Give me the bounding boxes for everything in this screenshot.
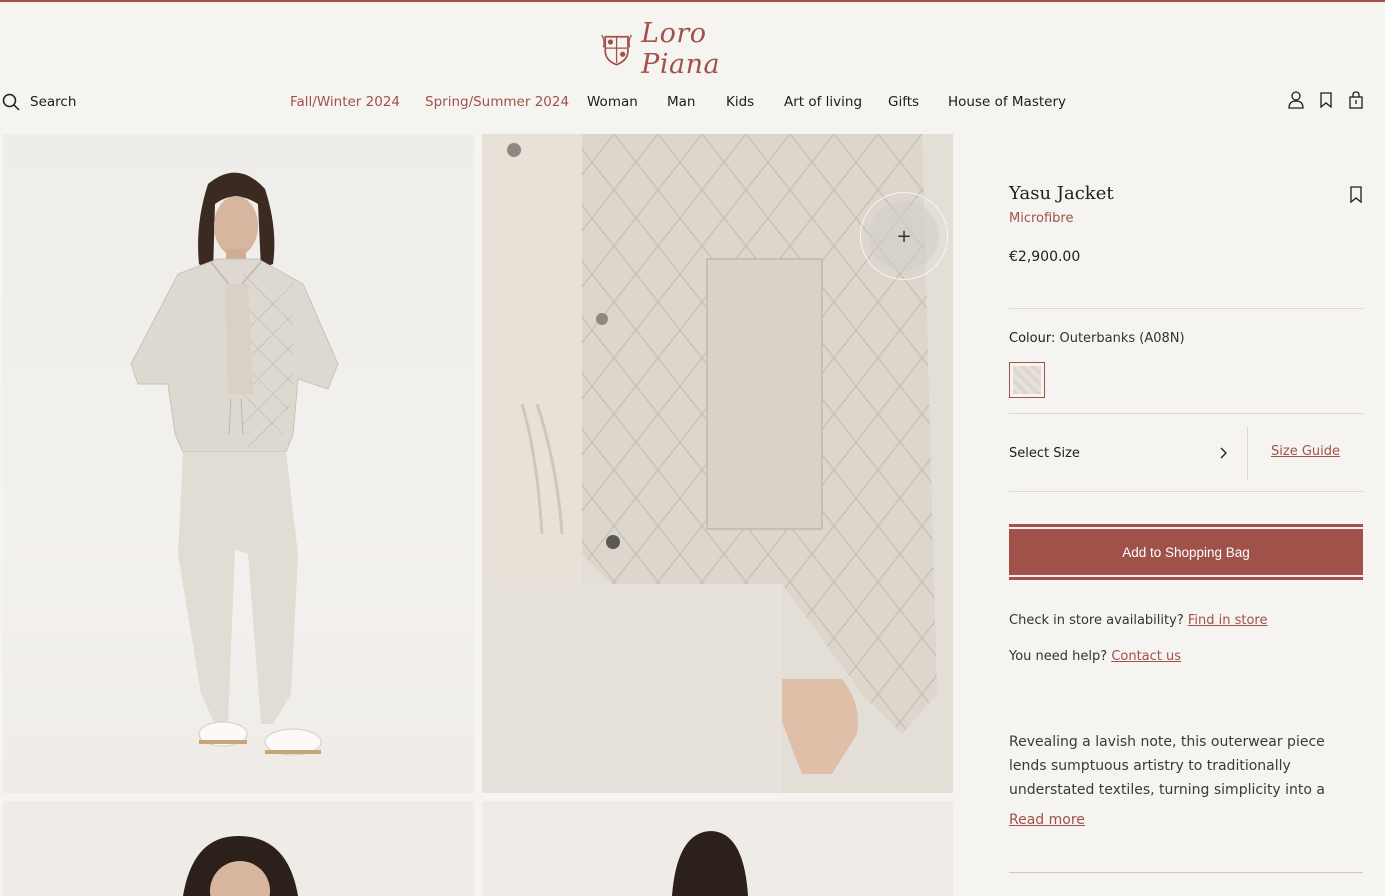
shopping-bag-icon[interactable]: [1347, 90, 1365, 110]
nav-kids[interactable]: Kids: [726, 94, 754, 110]
nav-spring-summer-2024[interactable]: Spring/Summer 2024: [425, 94, 569, 110]
size-divider: [1247, 426, 1248, 480]
product-image-portrait[interactable]: [3, 801, 474, 896]
colour-label: Colour:: [1009, 331, 1056, 346]
wishlist-icon[interactable]: [1317, 90, 1335, 110]
zoom-button[interactable]: +: [860, 192, 948, 280]
colour-value: Outerbanks (A08N): [1059, 331, 1185, 346]
nav-gifts[interactable]: Gifts: [888, 94, 919, 110]
contact-us-link[interactable]: Contact us: [1111, 649, 1181, 664]
divider: [1009, 308, 1363, 309]
nav-fall-winter-2024[interactable]: Fall/Winter 2024: [290, 94, 400, 110]
store-availability: Check in store availability? Find in sto…: [1009, 613, 1268, 628]
nav-man[interactable]: Man: [667, 94, 695, 110]
product-price: €2,900.00: [1009, 249, 1081, 265]
top-accent-line: [0, 0, 1385, 2]
wishlist-icon[interactable]: [1349, 186, 1363, 204]
product-title: Yasu Jacket: [1009, 183, 1114, 204]
section-divider: [1009, 872, 1363, 873]
header-icons: [1287, 90, 1365, 110]
nav-art-of-living[interactable]: Art of living: [784, 94, 862, 110]
nav-house-of-mastery[interactable]: House of Mastery: [948, 94, 1066, 110]
add-to-bag-button[interactable]: Add to Shopping Bag: [1009, 524, 1363, 580]
size-select[interactable]: Select Size: [1009, 425, 1234, 481]
product-image-back[interactable]: [482, 801, 953, 896]
nav-woman[interactable]: Woman: [587, 94, 638, 110]
product-material: Microfibre: [1009, 211, 1074, 226]
search-button[interactable]: Search: [2, 93, 76, 111]
search-label: Search: [30, 94, 77, 110]
help-question: You need help?: [1009, 649, 1108, 664]
brand-wordmark: Loro Piana: [641, 18, 721, 80]
divider: [1009, 413, 1363, 414]
read-more-link[interactable]: Read more: [1009, 812, 1085, 828]
help-line: You need help? Contact us: [1009, 649, 1181, 664]
size-guide-link[interactable]: Size Guide: [1271, 444, 1340, 459]
crest-icon: [601, 34, 632, 66]
find-in-store-link[interactable]: Find in store: [1188, 613, 1268, 628]
divider: [1009, 491, 1363, 492]
plus-icon: +: [896, 225, 912, 247]
brand-logo[interactable]: Loro Piana: [600, 18, 775, 80]
colour-line: Colour: Outerbanks (A08N): [1009, 331, 1185, 346]
search-icon: [2, 93, 20, 111]
account-icon[interactable]: [1287, 90, 1305, 110]
chevron-right-icon: [1220, 447, 1227, 459]
store-question: Check in store availability?: [1009, 613, 1184, 628]
product-description: Revealing a lavish note, this outerwear …: [1009, 734, 1326, 798]
size-select-label: Select Size: [1009, 445, 1080, 461]
product-image-front[interactable]: [3, 134, 474, 793]
colour-swatch-outerbanks[interactable]: [1009, 362, 1045, 398]
